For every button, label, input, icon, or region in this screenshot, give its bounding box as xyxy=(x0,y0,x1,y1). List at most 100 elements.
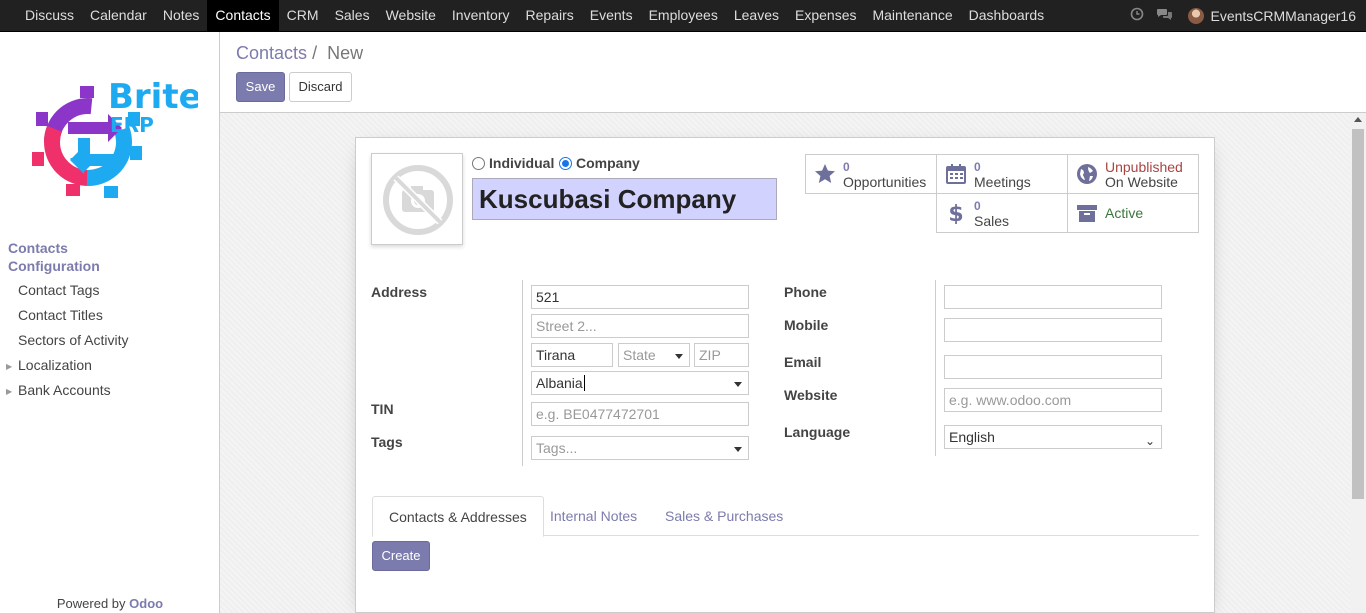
scrollbar-thumb[interactable] xyxy=(1352,129,1364,499)
tags-placeholder: Tags... xyxy=(536,440,578,456)
sidebar-item-contact-titles[interactable]: Contact Titles xyxy=(18,307,103,323)
radio-individual[interactable]: Individual xyxy=(472,155,554,171)
city-input[interactable]: Tirana xyxy=(531,343,613,367)
website-status-line2: On Website xyxy=(1105,174,1178,190)
save-button[interactable]: Save xyxy=(236,72,285,102)
right-group-divider xyxy=(935,280,936,456)
tin-label: TIN xyxy=(371,401,394,417)
sidebar-item-localization[interactable]: Localization xyxy=(18,357,92,373)
menu-discuss[interactable]: Discuss xyxy=(17,0,82,31)
language-value: English xyxy=(949,429,995,445)
menu-notes[interactable]: Notes xyxy=(155,0,208,31)
tin-input[interactable]: e.g. BE0477472701 xyxy=(531,402,749,426)
menu-website[interactable]: Website xyxy=(378,0,444,31)
breadcrumb-contacts[interactable]: Contacts xyxy=(236,43,307,63)
sidebar: Brite ERP Contacts Configuration Contact… xyxy=(0,32,220,613)
control-panel: Contacts / New Save Discard xyxy=(220,32,1366,113)
meetings-label: Meetings xyxy=(974,174,1031,190)
state-placeholder: State xyxy=(623,347,656,363)
website-input[interactable]: e.g. www.odoo.com xyxy=(944,388,1162,412)
calendar-icon xyxy=(946,164,966,184)
menu-employees[interactable]: Employees xyxy=(641,0,726,31)
country-select[interactable]: Albania xyxy=(531,371,749,395)
zip-input[interactable]: ZIP xyxy=(694,343,749,367)
menu-inventory[interactable]: Inventory xyxy=(444,0,518,31)
sidebar-item-bank-accounts[interactable]: Bank Accounts xyxy=(18,382,111,398)
sidebar-item-sectors-of-activity[interactable]: Sectors of Activity xyxy=(18,332,128,348)
caret-right-icon: ▶ xyxy=(6,362,13,371)
website-status-line1: Unpublished xyxy=(1105,159,1183,175)
opportunities-stat-button[interactable]: 0 Opportunities xyxy=(805,154,937,194)
email-label: Email xyxy=(784,354,822,370)
partner-name-input[interactable]: Kuscubasi Company xyxy=(472,178,777,220)
menu-sales[interactable]: Sales xyxy=(327,0,378,31)
dropdown-caret-icon xyxy=(734,447,742,452)
breadcrumb-separator: / xyxy=(312,43,318,63)
logo-word-erp: ERP xyxy=(110,113,154,137)
radio-company[interactable]: Company xyxy=(559,155,640,171)
menu-repairs[interactable]: Repairs xyxy=(518,0,582,31)
tags-input[interactable]: Tags... xyxy=(531,436,749,460)
radio-individual-circle[interactable] xyxy=(472,156,485,170)
notebook-tabs: Contacts & Addresses Internal Notes Sale… xyxy=(372,496,1199,537)
dropdown-caret-icon xyxy=(734,382,742,387)
menu-maintenance[interactable]: Maintenance xyxy=(864,0,960,31)
menu-expenses[interactable]: Expenses xyxy=(787,0,864,31)
powered-by-text: Powered by xyxy=(56,596,126,611)
opportunities-label: Opportunities xyxy=(843,174,927,190)
tab-contacts-addresses[interactable]: Contacts & Addresses xyxy=(372,496,544,537)
activity-clock-icon[interactable] xyxy=(1128,7,1146,24)
user-menu[interactable]: EventsCRMManager16 xyxy=(1210,8,1356,24)
menu-contacts[interactable]: Contacts xyxy=(207,0,279,31)
mobile-input[interactable] xyxy=(944,318,1162,342)
email-input[interactable] xyxy=(944,355,1162,379)
website-publish-button[interactable]: Unpublished On Website xyxy=(1067,154,1199,194)
language-label: Language xyxy=(784,424,851,440)
partner-image-field[interactable] xyxy=(371,153,463,245)
language-select[interactable]: English ⌄ xyxy=(944,425,1162,449)
street2-input[interactable]: Street 2... xyxy=(531,314,749,338)
create-button[interactable]: Create xyxy=(372,541,430,571)
sidebar-section-contacts[interactable]: Contacts xyxy=(8,240,68,256)
user-avatar[interactable] xyxy=(1188,7,1205,24)
sidebar-item-contact-tags[interactable]: Contact Tags xyxy=(18,282,99,298)
systray: EventsCRMManager16 xyxy=(1128,0,1356,31)
sales-stat-button[interactable]: $ 0 Sales xyxy=(936,193,1068,233)
phone-input[interactable] xyxy=(944,285,1162,309)
scroll-up-arrow-icon[interactable] xyxy=(1354,117,1362,122)
active-toggle-button[interactable]: Active xyxy=(1067,193,1199,233)
phone-label: Phone xyxy=(784,284,827,300)
vertical-scrollbar[interactable] xyxy=(1350,113,1366,613)
sales-count: 0 xyxy=(974,199,981,213)
menu-events[interactable]: Events xyxy=(582,0,641,31)
active-label: Active xyxy=(1105,205,1144,221)
website-status: Unpublished On Website xyxy=(1105,160,1183,190)
odoo-link[interactable]: Odoo xyxy=(129,596,163,611)
sales-label: Sales xyxy=(974,213,1010,229)
chat-bubbles-icon[interactable] xyxy=(1156,7,1174,24)
logo-word-brite: Brite xyxy=(108,77,198,117)
radio-company-circle[interactable] xyxy=(559,156,572,170)
meetings-stat-button[interactable]: 0 Meetings xyxy=(936,154,1068,194)
website-label: Website xyxy=(784,387,838,403)
sidebar-section-configuration[interactable]: Configuration xyxy=(8,258,100,274)
street-input[interactable]: 521 xyxy=(531,285,749,309)
state-select[interactable]: State xyxy=(618,343,690,367)
tab-internal-notes[interactable]: Internal Notes xyxy=(534,496,653,536)
dollar-icon: $ xyxy=(948,202,963,224)
globe-icon xyxy=(1077,164,1097,184)
menu-calendar[interactable]: Calendar xyxy=(82,0,155,31)
radio-company-label[interactable]: Company xyxy=(576,155,640,171)
menu-crm[interactable]: CRM xyxy=(279,0,327,31)
left-group-divider xyxy=(522,280,523,466)
menu-dashboards[interactable]: Dashboards xyxy=(961,0,1053,31)
discard-button[interactable]: Discard xyxy=(289,72,352,102)
opportunities-count: 0 xyxy=(843,160,850,174)
address-label: Address xyxy=(371,284,428,300)
chevron-down-icon: ⌄ xyxy=(1144,434,1155,448)
menu-leaves[interactable]: Leaves xyxy=(726,0,787,31)
brite-erp-logo[interactable]: Brite ERP xyxy=(28,72,202,202)
tab-sales-purchases[interactable]: Sales & Purchases xyxy=(649,496,799,536)
meetings-count: 0 xyxy=(974,160,981,174)
radio-individual-label[interactable]: Individual xyxy=(489,155,554,171)
